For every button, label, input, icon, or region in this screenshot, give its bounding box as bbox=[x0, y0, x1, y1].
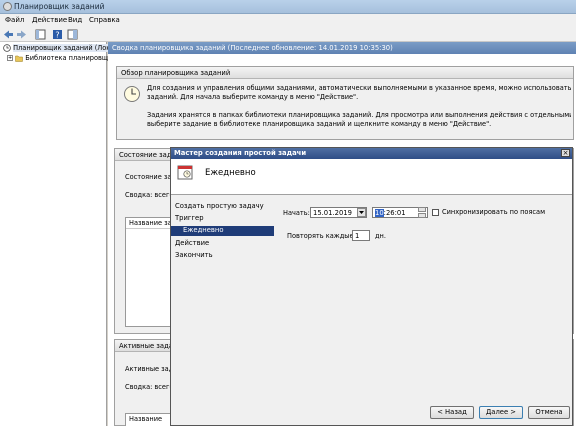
title-bar: Планировщик заданий bbox=[0, 0, 576, 14]
toolbar: ? bbox=[0, 27, 576, 42]
overview-text-1b: заданий. Для начала выберите команду в м… bbox=[147, 93, 359, 101]
clock-icon bbox=[3, 44, 11, 52]
repeat-days-input[interactable]: 1 bbox=[352, 230, 370, 241]
window-title: Планировщик заданий bbox=[14, 2, 105, 11]
action-pane-icon[interactable] bbox=[67, 29, 78, 40]
status-summary: Сводка: всего bbox=[125, 191, 174, 199]
step-create-task[interactable]: Создать простую задачу bbox=[175, 202, 264, 210]
help-icon[interactable]: ? bbox=[52, 29, 63, 40]
step-finish[interactable]: Закончить bbox=[175, 251, 213, 259]
dialog-header: Ежедневно bbox=[171, 159, 572, 195]
main-header: Сводка планировщика заданий (Последнее о… bbox=[108, 42, 576, 54]
app-icon bbox=[3, 2, 12, 11]
back-arrow-icon[interactable] bbox=[3, 29, 14, 40]
start-label: Начать: bbox=[283, 209, 310, 217]
start-date-value: 15.01.2019 bbox=[313, 209, 352, 217]
overview-text-2b: выберите задание в библиотеке планировщи… bbox=[147, 120, 492, 128]
dialog-heading: Ежедневно bbox=[205, 168, 256, 178]
time-up-icon[interactable] bbox=[418, 207, 426, 212]
repeat-days-value: 1 bbox=[355, 232, 360, 240]
next-button[interactable]: Далее > bbox=[479, 406, 523, 419]
sync-timezones-label: Синхронизировать по поясам bbox=[442, 208, 546, 216]
scheduler-clock-icon bbox=[124, 86, 140, 102]
dialog-title: Мастер создания простой задачи bbox=[171, 148, 572, 159]
repeat-unit: дн. bbox=[375, 232, 386, 240]
calendar-icon bbox=[177, 165, 193, 180]
wizard-steps: Создать простую задачу Триггер Ежедневно… bbox=[171, 195, 275, 425]
step-daily[interactable]: Ежедневно bbox=[171, 226, 274, 236]
overview-panel: Обзор планировщика заданий Для создания … bbox=[116, 66, 574, 140]
overview-text-1: Для создания и управления общими задания… bbox=[147, 84, 571, 92]
show-tree-icon[interactable] bbox=[35, 29, 46, 40]
overview-title: Обзор планировщика заданий bbox=[117, 67, 573, 79]
sync-timezones-checkbox[interactable] bbox=[432, 209, 439, 216]
navigation-tree: Планировщик заданий (Локал + Библиотека … bbox=[0, 42, 119, 426]
step-trigger[interactable]: Триггер bbox=[175, 214, 204, 222]
tree-item-root[interactable]: Планировщик заданий (Локал bbox=[3, 44, 119, 54]
step-action[interactable]: Действие bbox=[175, 239, 209, 247]
menu-file[interactable]: Файл bbox=[5, 16, 24, 24]
time-down-icon[interactable] bbox=[418, 213, 426, 218]
svg-text:?: ? bbox=[55, 31, 59, 40]
tree-item-library[interactable]: + Библиотека планировщ bbox=[7, 54, 108, 64]
menu-help[interactable]: Справка bbox=[89, 16, 120, 24]
tree-item-root-label: Планировщик заданий (Локал bbox=[13, 44, 119, 52]
expand-icon[interactable]: + bbox=[7, 55, 13, 61]
create-task-wizard-dialog: Мастер создания простой задачи × Ежеднев… bbox=[170, 147, 573, 426]
folder-icon bbox=[15, 55, 23, 62]
overview-text-2: Задания хранятся в папках библиотеки пла… bbox=[147, 111, 571, 119]
tree-item-library-label: Библиотека планировщ bbox=[25, 54, 109, 62]
back-button[interactable]: < Назад bbox=[430, 406, 474, 419]
menu-action[interactable]: Действие bbox=[32, 16, 67, 24]
menu-view[interactable]: Вид bbox=[68, 16, 82, 24]
menu-bar: Файл Действие Вид Справка bbox=[0, 14, 576, 27]
active-tasks-summary: Сводка: всего bbox=[125, 383, 174, 391]
close-icon[interactable]: × bbox=[561, 149, 570, 157]
start-time-selected: 10 bbox=[375, 209, 384, 217]
repeat-label: Повторять каждые: bbox=[287, 232, 356, 240]
forward-arrow-icon[interactable] bbox=[16, 29, 27, 40]
start-time-rest: :26:01 bbox=[383, 209, 406, 217]
cancel-button[interactable]: Отмена bbox=[528, 406, 570, 419]
chevron-down-icon[interactable] bbox=[357, 208, 366, 217]
